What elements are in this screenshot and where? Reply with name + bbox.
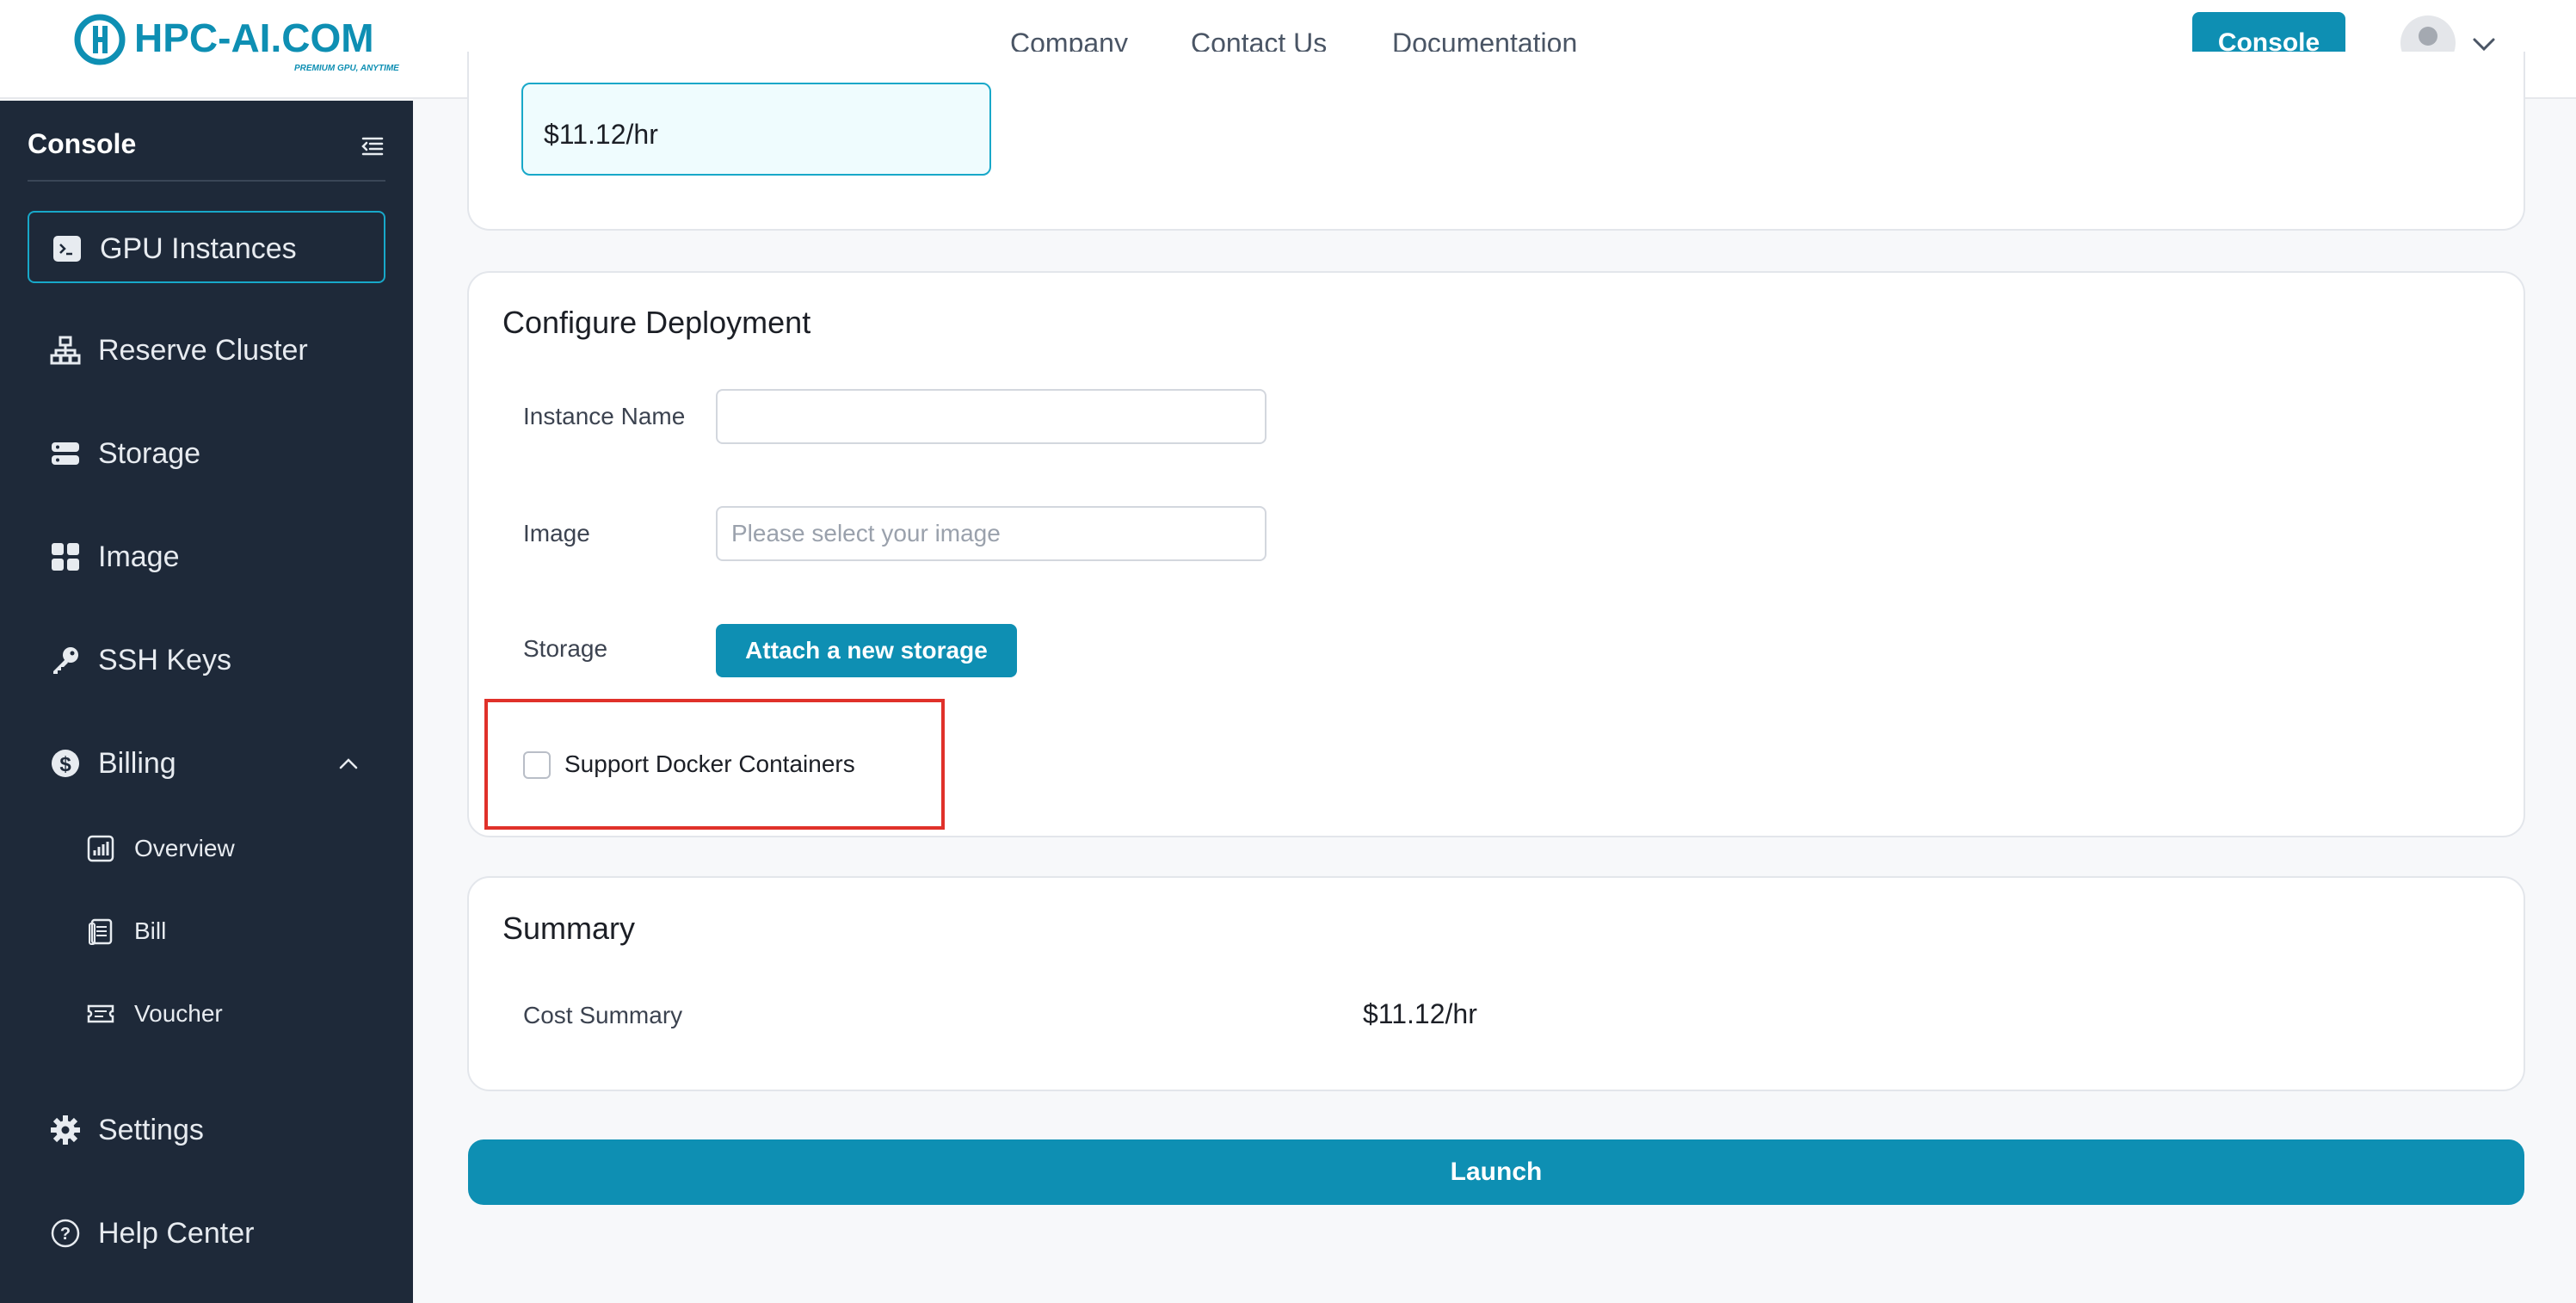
sidebar-item-storage[interactable]: Storage — [28, 417, 385, 490]
svg-text:HPC-AI.COM: HPC-AI.COM — [134, 15, 374, 60]
summary-card — [467, 876, 2525, 1091]
key-icon — [50, 645, 81, 676]
docker-support-label[interactable]: Support Docker Containers — [564, 749, 855, 780]
sidebar-subitem-label: Voucher — [134, 1000, 223, 1027]
sidebar-item-help-center[interactable]: ? Help Center — [28, 1197, 385, 1269]
instance-name-label: Instance Name — [523, 403, 686, 429]
selected-instance-price[interactable]: $11.12/hr — [521, 83, 991, 176]
selected-price-text: $11.12/hr — [544, 119, 658, 150]
chart-icon — [86, 834, 115, 863]
storage-icon — [50, 438, 81, 469]
sidebar-item-label: Storage — [98, 437, 201, 470]
sidebar-title: Console — [28, 128, 137, 159]
sidebar-subitem-label: Bill — [134, 917, 167, 944]
image-select[interactable] — [716, 506, 1266, 561]
sidebar-item-image[interactable]: Image — [28, 521, 385, 593]
sidebar-item-label: GPU Instances — [100, 232, 297, 265]
attach-storage-button[interactable]: Attach a new storage — [716, 624, 1017, 677]
cost-summary-value: $11.12/hr — [1363, 998, 1477, 1029]
chevron-up-icon[interactable] — [336, 751, 361, 777]
launch-button[interactable]: Launch — [468, 1139, 2524, 1205]
sidebar-item-label: Help Center — [98, 1217, 255, 1250]
sidebar-item-label: Settings — [98, 1114, 204, 1146]
sidebar-item-label: Billing — [98, 747, 176, 780]
sidebar-item-label: Reserve Cluster — [98, 334, 308, 367]
sidebar-subitem-bill[interactable]: Bill — [86, 905, 379, 956]
ticket-icon — [86, 999, 115, 1028]
sidebar-item-ssh-keys[interactable]: SSH Keys — [28, 624, 385, 696]
gear-icon — [50, 1115, 81, 1146]
storage-label: Storage — [523, 635, 608, 662]
svg-text:$: $ — [59, 753, 71, 776]
sidebar-item-label: SSH Keys — [98, 644, 231, 676]
image-label: Image — [523, 520, 590, 547]
dollar-icon: $ — [50, 748, 81, 779]
sidebar: Console GPU Instances Reserve Cluster St… — [0, 101, 413, 1303]
cluster-icon — [50, 335, 81, 366]
docker-support-checkbox[interactable] — [523, 751, 551, 779]
clipboard-icon — [86, 917, 115, 946]
svg-text:?: ? — [60, 1225, 71, 1244]
summary-title: Summary — [502, 911, 636, 946]
collapse-menu-icon[interactable] — [360, 133, 385, 159]
svg-text:PREMIUM GPU, ANYTIME: PREMIUM GPU, ANYTIME — [294, 64, 399, 73]
sidebar-item-reserve-cluster[interactable]: Reserve Cluster — [28, 314, 385, 386]
sidebar-item-billing[interactable]: $ Billing — [28, 727, 385, 800]
instance-name-input[interactable] — [716, 389, 1266, 444]
terminal-icon — [52, 233, 83, 264]
hpc-ai-logo[interactable]: HPC-AI.COM PREMIUM GPU, ANYTIME — [72, 12, 416, 77]
sidebar-subitem-overview[interactable]: Overview — [86, 822, 379, 874]
configure-deployment-title: Configure Deployment — [502, 305, 811, 340]
grid-icon — [50, 541, 81, 572]
cost-summary-label: Cost Summary — [523, 1002, 683, 1028]
sidebar-item-settings[interactable]: Settings — [28, 1094, 385, 1166]
sidebar-subitem-label: Overview — [134, 835, 235, 861]
sidebar-item-label: Image — [98, 540, 180, 573]
sidebar-divider — [28, 180, 385, 182]
sidebar-subitem-voucher[interactable]: Voucher — [86, 987, 379, 1039]
help-icon: ? — [50, 1218, 81, 1249]
sidebar-item-gpu-instances[interactable]: GPU Instances — [28, 211, 385, 283]
